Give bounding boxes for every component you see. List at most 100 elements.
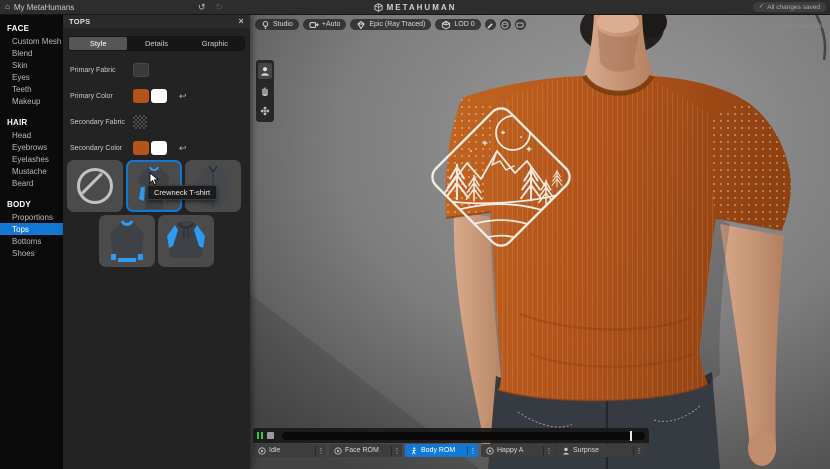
thumbnail-hoodie[interactable]	[158, 215, 214, 267]
camera-icon	[309, 20, 319, 30]
primary-color-row: Primary Color ↩	[70, 88, 243, 104]
face-preview-button[interactable]	[500, 19, 511, 30]
sidebar-item-skin[interactable]: Skin	[0, 59, 63, 71]
cube-logo-icon	[374, 3, 383, 12]
clip-label: Face ROM	[345, 447, 391, 454]
secondary-color-row: Secondary Color ↩	[70, 140, 243, 156]
panel-title: TOPS	[69, 17, 90, 26]
stop-button[interactable]	[267, 432, 274, 439]
lod-label: LOD 0	[454, 21, 474, 28]
clip-happy-a[interactable]: Happy A ⋮	[481, 444, 554, 457]
viewport-3d[interactable]: Studio +Auto Epic (Ray Traced) LOD 0	[250, 14, 830, 469]
sidebar-item-blend[interactable]: Blend	[0, 47, 63, 59]
body-select-tool[interactable]	[258, 63, 272, 79]
playhead[interactable]	[630, 431, 632, 441]
none-icon	[77, 168, 113, 204]
kebab-icon[interactable]: ⋮	[316, 447, 326, 455]
close-icon[interactable]: ×	[238, 16, 244, 26]
sidebar-item-shoes[interactable]: Shoes	[0, 247, 63, 259]
clip-label: Body ROM	[421, 447, 467, 454]
sidebar-item-custom-mesh[interactable]: Custom Mesh	[0, 35, 63, 47]
character-render	[250, 14, 830, 469]
timeline-scrubber[interactable]	[282, 432, 646, 440]
clip-idle[interactable]: Idle ⋮	[253, 444, 326, 457]
lighting-label: Studio	[273, 21, 293, 28]
tab-details[interactable]: Details	[127, 37, 185, 50]
secondary-color-swatch[interactable]	[133, 141, 149, 155]
primary-color-label: Primary Color	[70, 93, 133, 100]
sidebar-item-eyebrows[interactable]: Eyebrows	[0, 141, 63, 153]
panel-header: TOPS ×	[63, 14, 250, 28]
thumbnail-none[interactable]	[67, 160, 123, 212]
kebab-icon[interactable]: ⋮	[544, 447, 554, 455]
sidebar-item-proportions[interactable]: Proportions	[0, 211, 63, 223]
lod-button[interactable]: LOD 0	[435, 19, 480, 30]
sidebar-item-tops[interactable]: Tops	[0, 223, 63, 235]
render-quality-button[interactable]: Epic (Ray Traced)	[350, 19, 431, 30]
camera-label: +Auto	[322, 21, 341, 28]
mouse-cursor	[149, 172, 159, 186]
primary-color-alt-swatch[interactable]	[151, 89, 167, 103]
tops-panel: TOPS × Style Details Graphic Primary Fab…	[63, 14, 250, 469]
sidebar-item-eyes[interactable]: Eyes	[0, 71, 63, 83]
lighting-button[interactable]: Studio	[255, 19, 299, 30]
section-body: BODY	[0, 198, 63, 211]
sidebar-item-head[interactable]: Head	[0, 129, 63, 141]
clip-face-rom[interactable]: Face ROM ⋮	[329, 444, 402, 457]
clip-body-rom[interactable]: Body ROM ⋮	[405, 444, 478, 457]
grab-tool[interactable]	[258, 83, 272, 99]
tab-graphic[interactable]: Graphic	[186, 37, 244, 50]
sidebar-item-eyelashes[interactable]: Eyelashes	[0, 153, 63, 165]
reset-icon[interactable]: ↩	[179, 91, 187, 102]
primary-color-swatch[interactable]	[133, 89, 149, 103]
clip-surprise[interactable]: Surprise ⋮	[557, 444, 644, 457]
quality-label: Epic (Ray Traced)	[369, 21, 425, 28]
reset-icon[interactable]: ↩	[179, 143, 187, 154]
section-hair: HAIR	[0, 116, 63, 129]
kebab-icon[interactable]: ⋮	[634, 447, 644, 455]
camera-auto-button[interactable]: +Auto	[303, 19, 347, 30]
viewport-tool-strip	[256, 60, 274, 122]
metahuman-logo: METAHUMAN	[0, 0, 830, 14]
bust-icon	[562, 447, 570, 455]
bust-icon	[260, 66, 270, 76]
kebab-icon[interactable]: ⋮	[392, 447, 402, 455]
viewport-toolbar: Studio +Auto Epic (Ray Traced) LOD 0	[255, 19, 526, 30]
sidebar-item-beard[interactable]: Beard	[0, 177, 63, 189]
playback-bar: Idle ⋮ Face ROM ⋮ Body ROM ⋮	[253, 428, 649, 457]
sweater-icon	[102, 218, 152, 264]
move-icon	[260, 106, 270, 116]
secondary-fabric-swatch[interactable]	[133, 115, 147, 129]
animation-clips: Idle ⋮ Face ROM ⋮ Body ROM ⋮	[253, 444, 649, 457]
clip-label: Idle	[269, 447, 315, 454]
pencil-icon	[486, 21, 494, 29]
sidebar-item-mustache[interactable]: Mustache	[0, 165, 63, 177]
pause-button[interactable]	[257, 432, 263, 439]
kebab-icon[interactable]: ⋮	[468, 447, 478, 455]
sidebar-item-makeup[interactable]: Makeup	[0, 95, 63, 107]
hand-icon	[260, 86, 270, 96]
sidebar-item-teeth[interactable]: Teeth	[0, 83, 63, 95]
walking-person-icon	[410, 447, 418, 455]
lod-cube-icon	[441, 20, 451, 30]
secondary-color-label: Secondary Color	[70, 145, 133, 152]
section-face: FACE	[0, 22, 63, 35]
thumbnail-sweater[interactable]	[99, 215, 155, 267]
card-icon	[516, 21, 524, 29]
sidebar-item-bottoms[interactable]: Bottoms	[0, 235, 63, 247]
check-icon: ✓	[759, 4, 764, 11]
logo-text: METAHUMAN	[387, 3, 457, 12]
move-tool[interactable]	[258, 103, 272, 119]
panel-tabs: Style Details Graphic	[68, 36, 245, 51]
transport-controls	[253, 428, 649, 443]
sculpt-button[interactable]	[485, 19, 496, 30]
build-version: 1.0.0-20362586	[779, 23, 825, 30]
gem-icon	[356, 20, 366, 30]
secondary-color-alt-swatch[interactable]	[151, 141, 167, 155]
secondary-fabric-label: Secondary Fabric	[70, 119, 133, 126]
primary-fabric-row: Primary Fabric	[70, 62, 243, 78]
screenshot-button[interactable]	[515, 19, 526, 30]
play-circle-icon	[258, 447, 266, 455]
primary-fabric-swatch[interactable]	[133, 63, 149, 77]
tab-style[interactable]: Style	[69, 37, 127, 50]
